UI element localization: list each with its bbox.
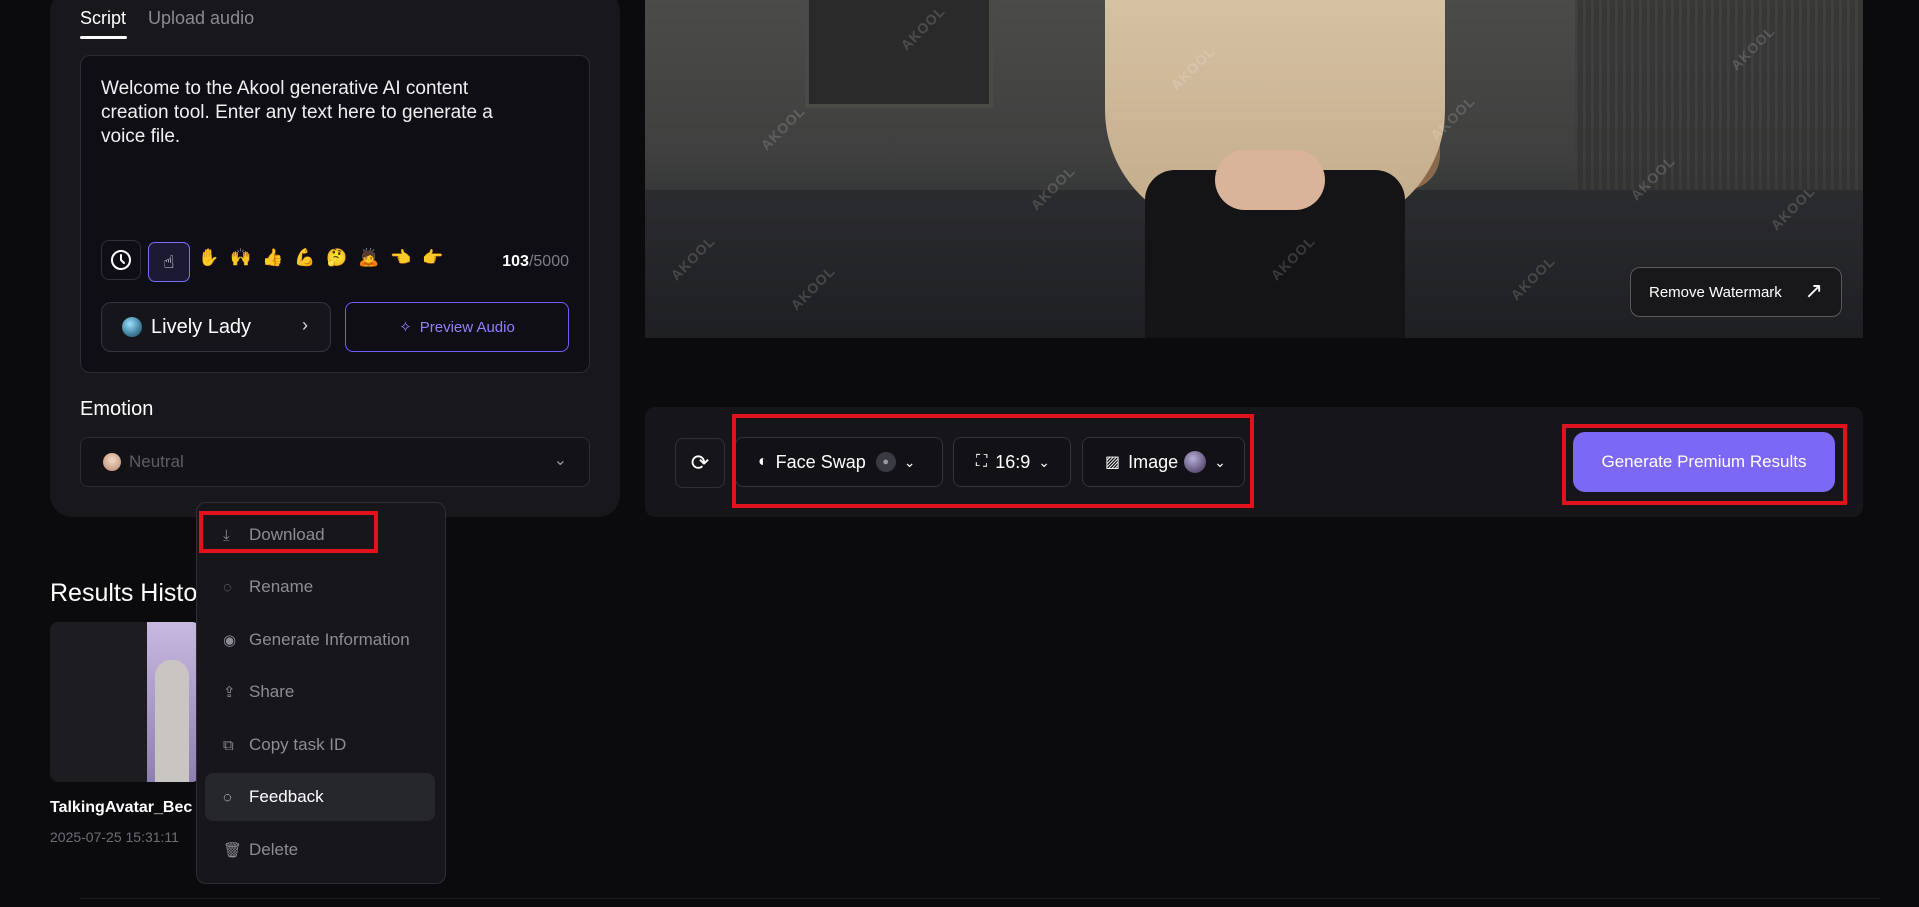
think-icon: 🤔	[326, 248, 348, 267]
menu-item-delete[interactable]: 🗑 Delete	[205, 826, 435, 874]
gesture-point-left-button[interactable]: 👈	[384, 240, 418, 276]
wave-icon: ✋	[198, 248, 220, 267]
thumbs-up-icon: 👍	[262, 248, 284, 267]
menu-item-rename[interactable]: ◌ Rename	[205, 563, 435, 611]
gesture-point-right-button[interactable]: 👉	[416, 240, 450, 276]
tab-upload-audio[interactable]: Upload audio	[148, 8, 254, 29]
gesture-raise-button[interactable]: 🙌	[224, 240, 258, 276]
remove-watermark-button[interactable]: Remove Watermark ↗	[1630, 267, 1842, 317]
pause-clock-button[interactable]	[101, 240, 141, 280]
chat-icon: ◌	[223, 578, 232, 596]
voice-avatar-icon	[122, 317, 142, 337]
watermark: AKOOL	[757, 102, 809, 154]
result-date: 2025-07-25 15:31:11	[50, 829, 179, 845]
gesture-thumbs-up-button[interactable]: 👍	[256, 240, 290, 276]
share-icon: ⇪	[223, 684, 236, 701]
divider	[80, 898, 1880, 899]
clock-icon	[111, 250, 131, 270]
tab-script[interactable]: Script	[80, 8, 126, 29]
point-left-icon: 👈	[390, 248, 412, 267]
point-right-icon: 👉	[422, 248, 444, 267]
avatar-hands	[1215, 150, 1325, 210]
chat-icon: ◌	[223, 788, 232, 806]
copy-icon: ⧉	[223, 736, 234, 754]
highlight-box	[199, 511, 378, 553]
sparkle-icon: ✧	[399, 319, 412, 336]
emotion-title: Emotion	[80, 398, 154, 420]
gesture-button-selected[interactable]: ☝	[148, 242, 190, 282]
highlight-box	[732, 414, 1254, 508]
emotion-select[interactable]: Neutral ⌄	[80, 437, 590, 487]
face-icon	[103, 453, 121, 471]
emotion-value: Neutral	[129, 452, 184, 471]
thumbnail-person	[155, 660, 189, 782]
arrow-up-right-icon: ↗	[1804, 278, 1823, 303]
gesture-wave-button[interactable]: ✋	[192, 240, 226, 276]
raise-hands-icon: 🙌	[230, 248, 252, 267]
bow-icon: 🙇	[358, 248, 380, 267]
eye-icon: ◉	[223, 632, 237, 649]
trash-icon: 🗑	[223, 842, 243, 859]
menu-item-generate-information[interactable]: ◉ Generate Information	[205, 616, 435, 664]
menu-item-copy-task-id[interactable]: ⧉ Copy task ID	[205, 721, 435, 769]
chevron-down-icon: ⌄	[553, 452, 567, 469]
voice-name: Lively Lady	[151, 315, 252, 338]
flex-icon: 💪	[294, 248, 316, 267]
tab-active-indicator	[80, 36, 127, 39]
result-thumbnail[interactable]	[50, 622, 200, 782]
gesture-point-icon: ☝	[163, 251, 175, 272]
menu-item-share[interactable]: ⇪ Share	[205, 668, 435, 716]
character-count: 103/5000	[502, 253, 569, 270]
results-history-title: Results Histo	[50, 579, 198, 607]
gesture-think-button[interactable]: 🤔	[320, 240, 354, 276]
refresh-icon: ⟳	[690, 450, 710, 475]
script-text[interactable]: Welcome to the Akool generative AI conte…	[101, 77, 541, 149]
background-shelf	[805, 0, 993, 108]
result-name[interactable]: TalkingAvatar_Bec	[50, 799, 192, 817]
gesture-flex-button[interactable]: 💪	[288, 240, 322, 276]
chevron-right-icon: ›	[302, 315, 308, 335]
menu-item-feedback[interactable]: ◌ Feedback	[205, 773, 435, 821]
highlight-box	[1562, 424, 1847, 505]
gesture-bow-button[interactable]: 🙇	[352, 240, 386, 276]
refresh-button[interactable]: ⟳	[675, 438, 725, 488]
preview-audio-button[interactable]: ✧ Preview Audio	[345, 302, 569, 352]
voice-selector[interactable]: Lively Lady ›	[101, 302, 331, 352]
